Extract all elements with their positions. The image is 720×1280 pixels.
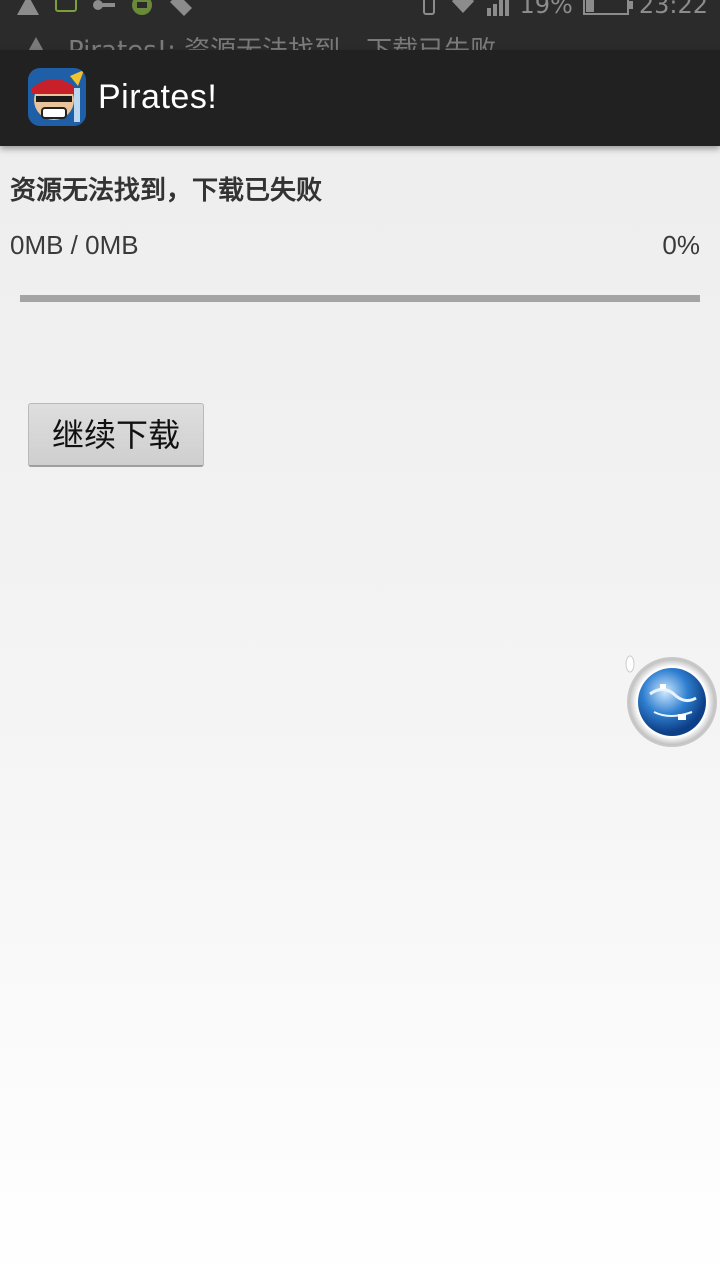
signal-icon <box>487 0 510 16</box>
tag-icon <box>170 0 192 16</box>
download-percent: 0% <box>662 230 700 260</box>
floating-globe-button[interactable] <box>624 654 718 748</box>
download-size: 0MB / 0MB <box>10 230 139 260</box>
warning-icon <box>28 37 44 50</box>
vibrate-icon <box>423 0 436 15</box>
download-status-message: 资源无法找到，下载已失败 <box>10 176 323 206</box>
action-bar: Pirates! <box>0 50 720 146</box>
key-icon <box>93 0 115 10</box>
wifi-icon <box>452 0 475 13</box>
clock: 23:22 <box>638 0 708 19</box>
globe-icon <box>625 655 717 747</box>
resume-download-button[interactable]: 继续下载 <box>28 403 204 467</box>
battery-level <box>585 0 594 12</box>
notification-text: Pirates!: 资源无法找到，下载已失败 <box>68 30 496 50</box>
app-title: Pirates! <box>98 78 218 116</box>
download-progress-bar <box>20 295 700 302</box>
chat-icon <box>55 0 77 12</box>
battery-icon <box>582 0 633 15</box>
pirate-app-icon[interactable] <box>28 68 86 126</box>
notification-ticker: Pirates!: 资源无法找到，下载已失败 <box>0 30 720 50</box>
warning-icon <box>17 0 39 15</box>
status-bar: 19% 23:22 Pirates!: 资源无法找到，下载已失败 <box>0 0 720 50</box>
battery-percent: 19% <box>519 0 573 19</box>
android-icon <box>132 0 152 15</box>
